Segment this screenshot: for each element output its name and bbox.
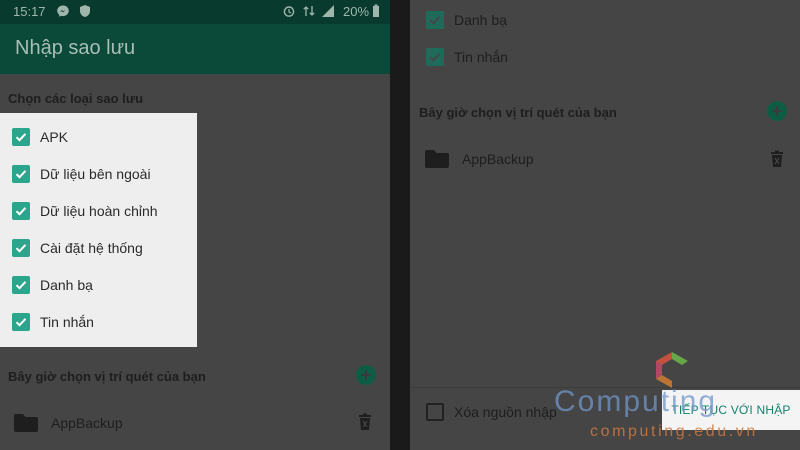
checkbox-label: APK: [40, 129, 69, 145]
signal-icon: [321, 4, 335, 21]
status-bar: 15:17 20%: [0, 0, 390, 24]
check-icon: [12, 128, 30, 146]
checkbox-full-data[interactable]: Dữ liệu hoàn chỉnh: [12, 199, 158, 223]
check-icon: [426, 11, 444, 29]
checkbox-delete-source[interactable]: Xóa nguồn nhập: [426, 400, 557, 424]
trash-icon: [771, 150, 783, 167]
left-screen: 15:17 20% Nhập sao lưu Chọn các loại sao…: [0, 0, 390, 450]
check-icon: [12, 165, 30, 183]
checkbox-label: Cài đặt hệ thống: [40, 240, 143, 256]
backup-types-heading: Chọn các loại sao lưu: [8, 91, 144, 106]
folder-icon: [425, 150, 449, 168]
checkbox-label: Xóa nguồn nhập: [454, 404, 557, 420]
backup-types-list: APK Dữ liệu bên ngoài Dữ liệu hoàn chỉnh…: [0, 113, 197, 347]
checkbox-empty-icon: [426, 403, 444, 421]
check-icon: [12, 239, 30, 257]
folder-icon: [14, 414, 38, 432]
checkbox-label: Dữ liệu hoàn chỉnh: [40, 203, 158, 219]
delete-folder-button[interactable]: [358, 413, 372, 436]
data-transfer-icon: [302, 4, 316, 21]
checkbox-label: Danh bạ: [40, 277, 93, 293]
battery-icon: [372, 4, 380, 21]
checkbox-apk[interactable]: APK: [12, 125, 68, 149]
checkbox-label: Dữ liệu bên ngoài: [40, 166, 151, 182]
add-location-button[interactable]: [356, 365, 376, 385]
add-location-button[interactable]: [767, 101, 787, 121]
battery-percent: 20%: [343, 4, 370, 19]
status-time: 15:17: [13, 4, 46, 19]
folder-row[interactable]: AppBackup: [424, 144, 534, 174]
messenger-icon: [56, 4, 70, 21]
scan-location-heading: Bây giờ chọn vị trí quét của bạn: [8, 369, 206, 384]
check-icon: [426, 48, 444, 66]
app-bar: Nhập sao lưu: [0, 24, 390, 74]
check-icon: [12, 313, 30, 331]
alarm-icon: [282, 4, 296, 21]
checkbox-system-settings[interactable]: Cài đặt hệ thống: [12, 236, 143, 260]
check-icon: [12, 276, 30, 294]
trash-icon: [359, 413, 371, 430]
checkbox-label: Tin nhắn: [454, 49, 508, 65]
checkbox-contacts[interactable]: Danh bạ: [12, 273, 93, 297]
scan-location-heading: Bây giờ chọn vị trí quét của bạn: [419, 105, 617, 120]
folder-row[interactable]: AppBackup: [13, 408, 123, 438]
right-screen: Danh bạ Tin nhắn Bây giờ chọn vị trí qué…: [410, 0, 800, 450]
plus-icon: [772, 106, 782, 116]
folder-label: AppBackup: [462, 151, 534, 167]
checkbox-label: Danh bạ: [454, 12, 507, 28]
page-title: Nhập sao lưu: [15, 37, 136, 59]
checkbox-label: Tin nhắn: [40, 314, 94, 330]
checkbox-messages[interactable]: Tin nhắn: [12, 310, 94, 334]
plus-icon: [361, 370, 371, 380]
checkbox-messages[interactable]: Tin nhắn: [426, 45, 508, 69]
check-icon: [12, 202, 30, 220]
shield-icon: [79, 4, 91, 21]
continue-import-button[interactable]: TIẾP TỤC VỚI NHẬP: [662, 390, 800, 430]
checkbox-external-data[interactable]: Dữ liệu bên ngoài: [12, 162, 151, 186]
folder-label: AppBackup: [51, 415, 123, 431]
checkbox-contacts[interactable]: Danh bạ: [426, 8, 507, 32]
delete-folder-button[interactable]: [770, 150, 784, 173]
